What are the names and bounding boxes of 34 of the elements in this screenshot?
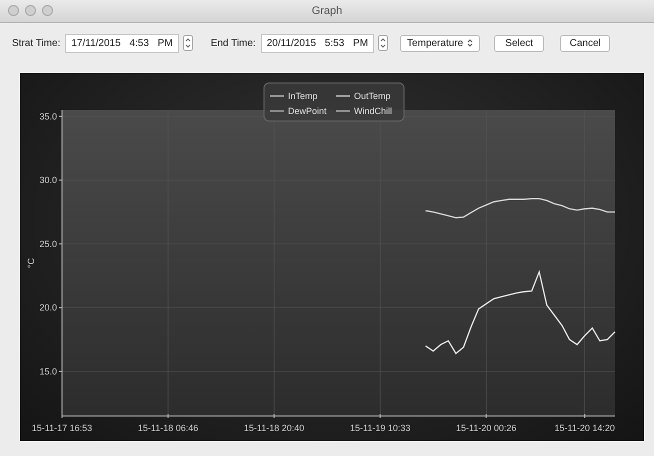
zoom-button[interactable]: [42, 5, 53, 16]
axis-label: 15-11-19 10:33: [350, 423, 410, 433]
axis-label: 15-11-17 16:53: [32, 423, 92, 433]
legend-label: OutTemp: [354, 91, 391, 101]
end-time-label: End Time:: [210, 38, 256, 48]
minimize-button[interactable]: [25, 5, 36, 16]
stepper-icon[interactable]: [378, 35, 388, 51]
axis-title: °C: [26, 258, 36, 268]
legend-line: [270, 95, 284, 97]
legend-line: [270, 110, 284, 112]
axis-label: 35.0: [39, 111, 57, 122]
axis-label: 15-11-20 14:20: [554, 423, 615, 433]
stepper-icon[interactable]: [182, 35, 193, 51]
close-button[interactable]: [8, 5, 19, 16]
axis-label: 20.0: [39, 302, 57, 313]
axis-label: 15.0: [39, 366, 57, 376]
axis-label: 15-11-18 06:46: [138, 423, 198, 433]
axis-label: 15-11-20 00:26: [456, 423, 516, 433]
start-time-field[interactable]: 17/11/2015 4:53 PM: [65, 34, 179, 52]
window-title: Graph: [312, 5, 342, 17]
measure-dropdown[interactable]: Temperature: [400, 34, 480, 52]
legend-line: [336, 110, 350, 112]
legend-label: DewPoint: [288, 106, 327, 116]
legend-label: WindChill: [354, 106, 392, 116]
axis-label: 15-11-18 20:40: [244, 423, 304, 433]
select-button[interactable]: Select: [494, 34, 544, 52]
axis-label: 25.0: [39, 238, 57, 249]
legend-label: InTemp: [288, 91, 318, 101]
updown-icon: [467, 38, 474, 48]
cancel-button[interactable]: Cancel: [560, 34, 610, 52]
axis-label: 30.0: [39, 175, 57, 186]
legend-line: [336, 95, 350, 97]
start-time-label: Strat Time:: [12, 38, 60, 48]
end-time-field[interactable]: 20/11/2015 5:53 PM: [260, 34, 374, 52]
